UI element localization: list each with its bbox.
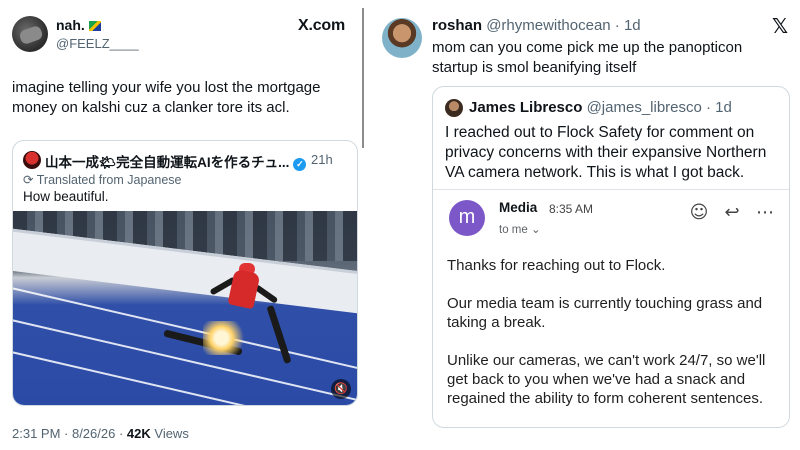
verified-badge-icon: ✓ (293, 158, 307, 171)
display-name[interactable]: nah. (56, 17, 101, 33)
email-paragraph: Unlike our cameras, we can't work 24/7, … (447, 352, 766, 407)
email-body: Thanks for reaching out to Flock. Our me… (447, 256, 777, 427)
email-sender: Media (499, 200, 538, 215)
email-paragraph: Thanks for reaching out to Flock. (447, 257, 666, 274)
translate-icon: ⟳ (23, 173, 34, 187)
quote-header: James Libresco @james_libresco · 1d (469, 99, 732, 116)
post-text: mom can you come pick me up the panoptic… (432, 39, 743, 76)
avatar[interactable] (382, 18, 422, 58)
site-label: X.com (298, 17, 346, 34)
x-logo-icon: 𝕏 (772, 14, 789, 38)
quote-author[interactable]: 山本一成🌤完全自動運転AIを作るチュ... ✓ (45, 151, 307, 171)
quote-handle[interactable]: @james_libresco · 1d (587, 99, 732, 116)
email-paragraph: Our media team is currently touching gra… (447, 295, 763, 331)
post-header: roshan @rhymewithocean · 1d (432, 17, 641, 34)
quote-text: How beautiful. (23, 189, 109, 204)
more-icon: ⋯ (756, 202, 774, 223)
post-text: imagine telling your wife you lost the m… (12, 79, 321, 116)
flag-icon (88, 21, 101, 31)
quote-author-name[interactable]: 山本一成🌤完全自動運転AIを作るチュ... (45, 155, 289, 170)
quote-avatar[interactable] (23, 151, 41, 169)
translated-label-text: Translated from Japanese (36, 173, 182, 187)
robot-leg (266, 304, 292, 365)
views-label: Views (150, 426, 189, 441)
views-count: 42K (126, 426, 151, 441)
email-screenshot: m Media 8:35 AM to me ⌄ ☺ ↩ ⋯ Thanks for… (433, 189, 789, 427)
quoted-post[interactable]: 山本一成🌤完全自動運転AIを作るチュ... ✓ 21h ⟳ Translated … (12, 140, 358, 406)
quoted-post[interactable]: James Libresco @james_libresco · 1d I re… (432, 86, 790, 428)
emoji-icon: ☺ (689, 202, 709, 223)
email-actions: ☺ ↩ ⋯ (685, 202, 779, 223)
post-meta: 2:31 PM · 8/26/26 · 42K Views (12, 426, 189, 441)
quote-timestamp[interactable]: 21h (311, 152, 333, 167)
quote-author[interactable]: James Libresco (469, 99, 582, 116)
quote-text: I reached out to Flock Safety for commen… (445, 124, 767, 181)
email-recipient: to me ⌄ (499, 224, 541, 236)
handle[interactable]: @FEELZ____ (56, 36, 139, 51)
email-time: 8:35 AM (549, 202, 594, 216)
handle[interactable]: @rhymewithocean · 1d (486, 17, 640, 34)
avatar[interactable] (12, 16, 48, 52)
display-name[interactable]: roshan (432, 17, 482, 34)
quote-avatar[interactable] (445, 99, 463, 117)
post-timestamp[interactable]: 2:31 PM · 8/26/26 · (12, 426, 127, 441)
reply-icon: ↩ (724, 202, 740, 223)
sparks (203, 321, 249, 355)
translated-label: ⟳ Translated from Japanese (23, 172, 182, 187)
quote-video-thumbnail[interactable]: 🔇 (13, 211, 357, 405)
sender-avatar: m (449, 200, 485, 236)
panel-divider (362, 8, 364, 148)
left-post: nah. @FEELZ____ X.com imagine telling yo… (0, 0, 362, 450)
display-name-text[interactable]: nah. (56, 17, 85, 33)
mute-icon[interactable]: 🔇 (331, 379, 351, 399)
